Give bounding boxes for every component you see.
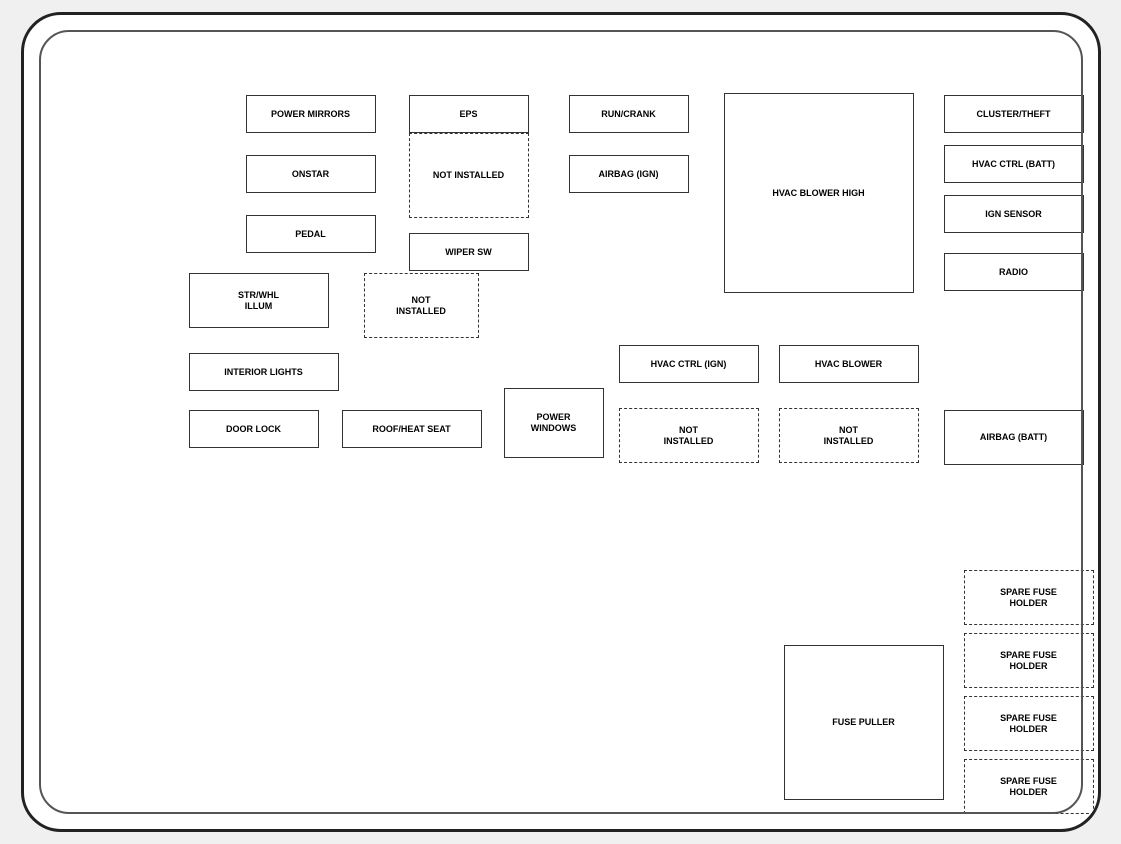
not-installed-1: NOT INSTALLED: [409, 133, 529, 218]
hvac-ctrl-batt: HVAC CTRL (BATT): [944, 145, 1084, 183]
spare-fuse-4: SPARE FUSE HOLDER: [964, 759, 1094, 814]
cluster-theft: CLUSTER/THEFT: [944, 95, 1084, 133]
fuse-box: POWER MIRRORS EPS RUN/CRANK CLUSTER/THEFT ON…: [24, 15, 1098, 829]
not-installed-4: NOT INSTALLED: [779, 408, 919, 463]
spare-fuse-3: SPARE FUSE HOLDER: [964, 696, 1094, 751]
radio: RADIO: [944, 253, 1084, 291]
door-lock: DOOR LOCK: [189, 410, 319, 448]
airbag-ign: AIRBAG (IGN): [569, 155, 689, 193]
onstar: ONSTAR: [246, 155, 376, 193]
not-installed-3: NOT INSTALLED: [619, 408, 759, 463]
str-whl-illum: STR/WHL ILLUM: [189, 273, 329, 328]
ign-sensor: IGN SENSOR: [944, 195, 1084, 233]
hvac-ctrl-ign: HVAC CTRL (IGN): [619, 345, 759, 383]
pedal: PEDAL: [246, 215, 376, 253]
hvac-blower-high: HVAC BLOWER HIGH: [724, 93, 914, 293]
hvac-blower: HVAC BLOWER: [779, 345, 919, 383]
spare-fuse-2: SPARE FUSE HOLDER: [964, 633, 1094, 688]
fuse-panel: POWER MIRRORS EPS RUN/CRANK CLUSTER/THEFT ON…: [21, 12, 1101, 832]
power-mirrors: POWER MIRRORS: [246, 95, 376, 133]
run-crank: RUN/CRANK: [569, 95, 689, 133]
fuse-puller: FUSE PULLER: [784, 645, 944, 800]
airbag-batt: AIRBAG (BATT): [944, 410, 1084, 465]
wiper-sw: WIPER SW: [409, 233, 529, 271]
spare-fuse-1: SPARE FUSE HOLDER: [964, 570, 1094, 625]
not-installed-2: NOT INSTALLED: [364, 273, 479, 338]
interior-lights: INTERIOR LIGHTS: [189, 353, 339, 391]
power-windows: POWER WINDOWS: [504, 388, 604, 458]
roof-heat-seat: ROOF/HEAT SEAT: [342, 410, 482, 448]
eps: EPS: [409, 95, 529, 133]
